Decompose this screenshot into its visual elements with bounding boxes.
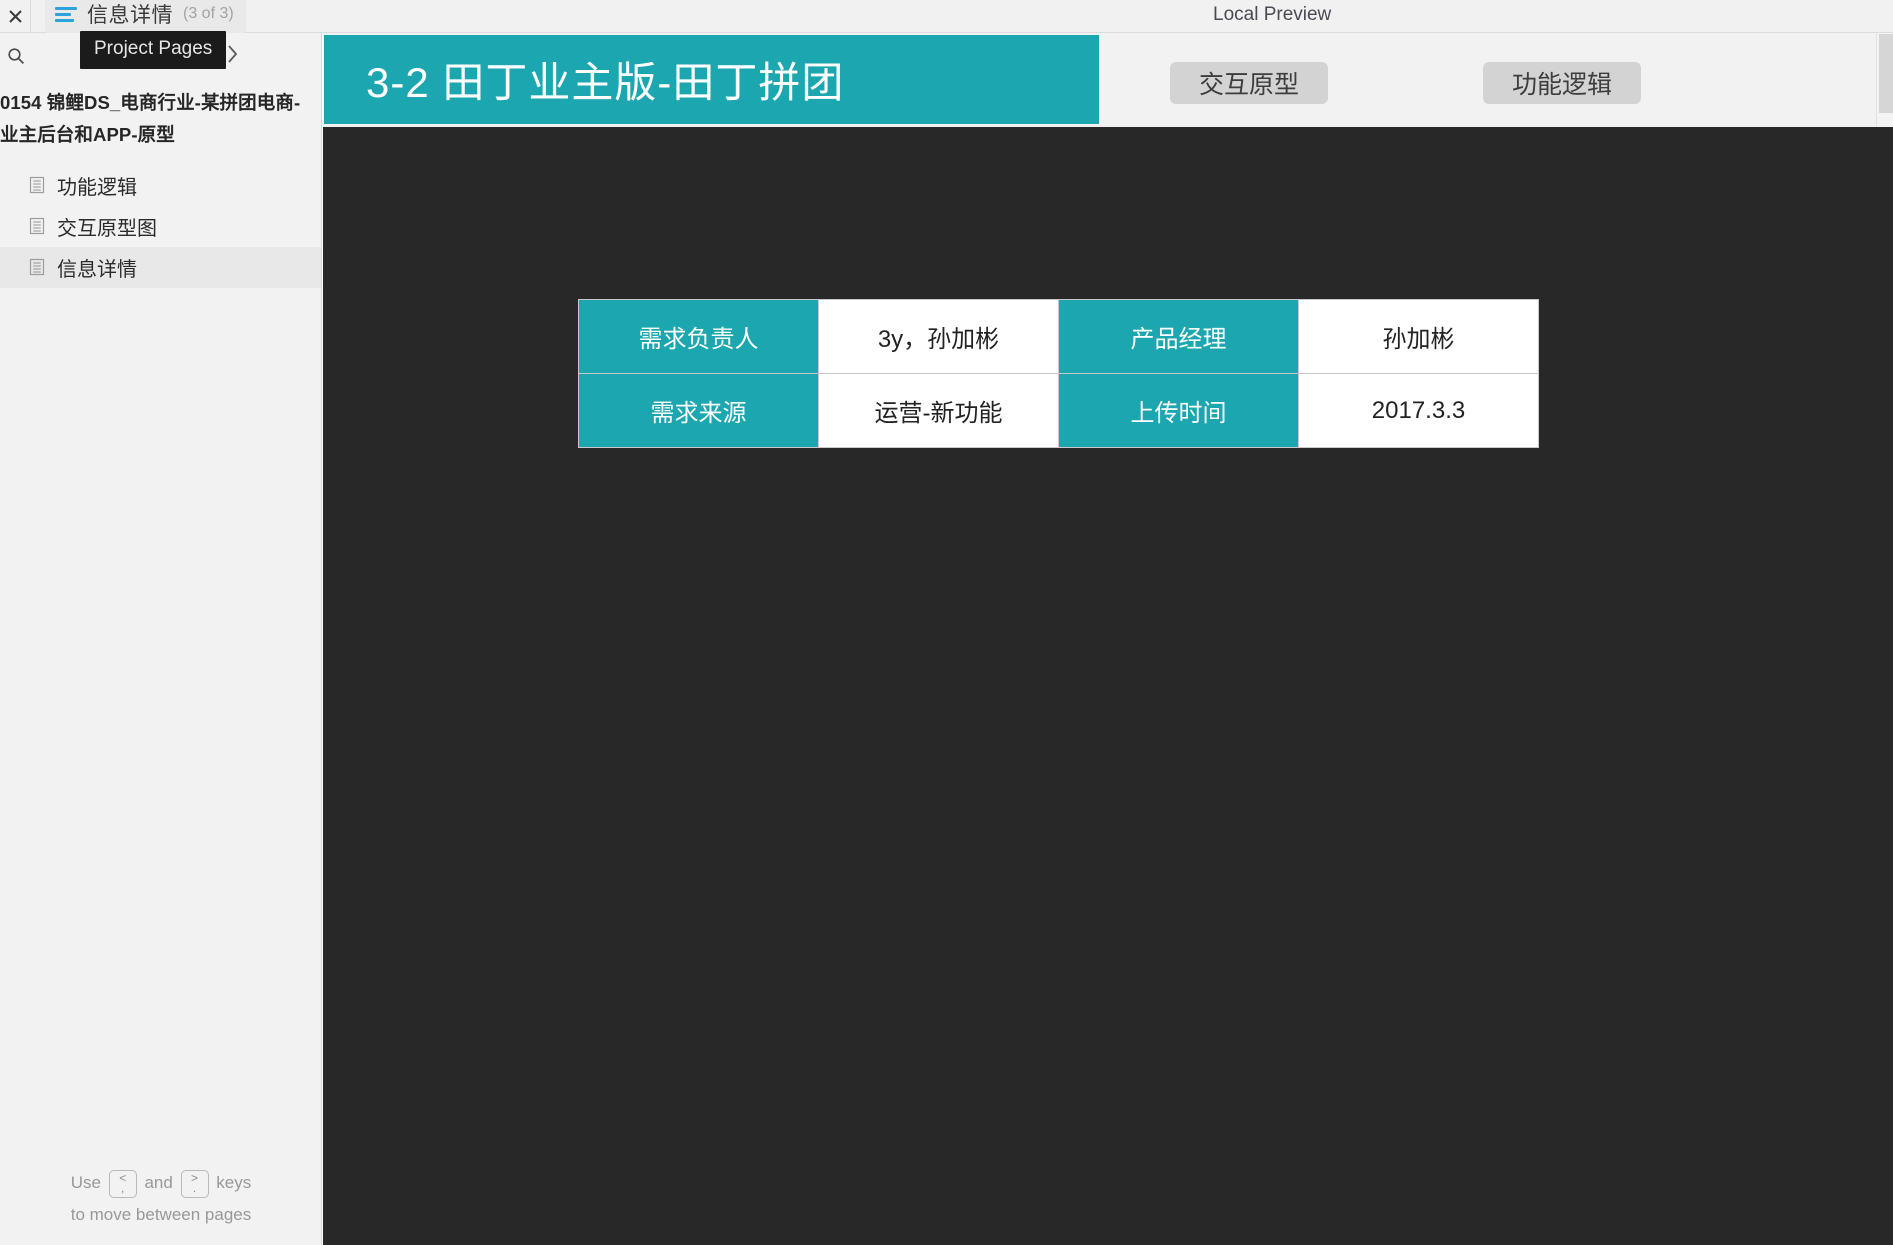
sidebar-item-jiaohuyuanxingtu[interactable]: 交互原型图: [0, 206, 321, 247]
tab-page-counter: (3 of 3): [183, 5, 234, 22]
prototype-title-banner: 3-2 田丁业主版-田丁拼团: [324, 35, 1099, 124]
table-cell-label: 上传时间: [1058, 373, 1299, 448]
project-pages-list: 功能逻辑 交互原型图 信息详情: [0, 165, 321, 288]
keyboard-hint-line2: to move between pages: [70, 1205, 252, 1224]
key-next-glyph-bottom: .: [192, 1180, 197, 1195]
table-cell-label: 产品经理: [1058, 299, 1299, 374]
search-button[interactable]: [2, 44, 30, 72]
table-cell-value: 2017.3.3: [1298, 373, 1539, 448]
keyboard-hint-line1: Use < , and > . keys: [0, 1167, 321, 1199]
document-icon: [28, 176, 46, 194]
sidebar-item-label: 交互原型图: [57, 217, 157, 240]
vertical-scrollbar-track[interactable]: [1876, 33, 1893, 127]
keyboard-hint: Use < , and > . keys to move between pag…: [0, 1167, 321, 1231]
chevron-right-icon: [225, 43, 239, 70]
key-previous-page: < ,: [108, 1169, 137, 1198]
key-previous-glyph-bottom: ,: [121, 1180, 125, 1195]
hint-and-word: and: [144, 1173, 173, 1192]
active-tab[interactable]: 信息详情 (3 of 3): [45, 0, 246, 33]
table-cell-label: 需求来源: [578, 373, 819, 448]
functional-logic-button[interactable]: 功能逻辑: [1483, 62, 1641, 104]
hamburger-icon[interactable]: [55, 3, 77, 25]
vertical-scrollbar-thumb[interactable]: [1879, 34, 1893, 113]
project-pages-tooltip: Project Pages: [80, 31, 227, 69]
local-preview-label: Local Preview: [1213, 4, 1332, 25]
table-row: 需求负责人 3y，孙加彬 产品经理 孙加彬: [578, 299, 1539, 374]
table-cell-value: 孙加彬: [1298, 299, 1539, 374]
sidebar-item-xinxixiangqing[interactable]: 信息详情: [0, 246, 321, 288]
project-title: 0154 锦鲤DS_电商行业-某拼团电商-业主后台和APP-原型: [0, 92, 301, 145]
prototype-title: 3-2 田丁业主版-田丁拼团: [366, 59, 845, 106]
application-topbar: 信息详情 (3 of 3) Local Preview: [0, 0, 1893, 33]
interactive-prototype-button[interactable]: 交互原型: [1170, 62, 1328, 104]
requirement-info-table: 需求负责人 3y，孙加彬 产品经理 孙加彬 需求来源 运营-新功能 上传时间 2…: [578, 299, 1539, 448]
table-row: 需求来源 运营-新功能 上传时间 2017.3.3: [578, 373, 1539, 448]
close-icon: [8, 9, 23, 24]
sidebar-item-gongnengluoji[interactable]: 功能逻辑: [0, 165, 321, 206]
hint-keys-word: keys: [216, 1173, 252, 1192]
preview-canvas: 3-2 田丁业主版-田丁拼团 交互原型 功能逻辑 需求负责人 3y，孙加彬 产品…: [323, 33, 1893, 1245]
prototype-header: 3-2 田丁业主版-田丁拼团 交互原型 功能逻辑: [323, 33, 1893, 127]
document-icon: [28, 217, 46, 235]
sidebar-item-label: 信息详情: [57, 258, 137, 281]
key-next-page: > .: [180, 1169, 209, 1198]
table-cell-label: 需求负责人: [578, 299, 819, 374]
table-cell-value: 3y，孙加彬: [818, 299, 1059, 374]
tab-title: 信息详情: [87, 4, 173, 27]
close-button[interactable]: [0, 0, 31, 32]
table-cell-value: 运营-新功能: [818, 373, 1059, 448]
search-icon: [7, 47, 25, 70]
hint-use-word: Use: [70, 1173, 101, 1192]
sidebar: 0154 锦鲤DS_电商行业-某拼团电商-业主后台和APP-原型 功能逻辑 交互…: [0, 33, 322, 1245]
document-icon: [28, 258, 46, 276]
sidebar-item-label: 功能逻辑: [57, 176, 137, 199]
